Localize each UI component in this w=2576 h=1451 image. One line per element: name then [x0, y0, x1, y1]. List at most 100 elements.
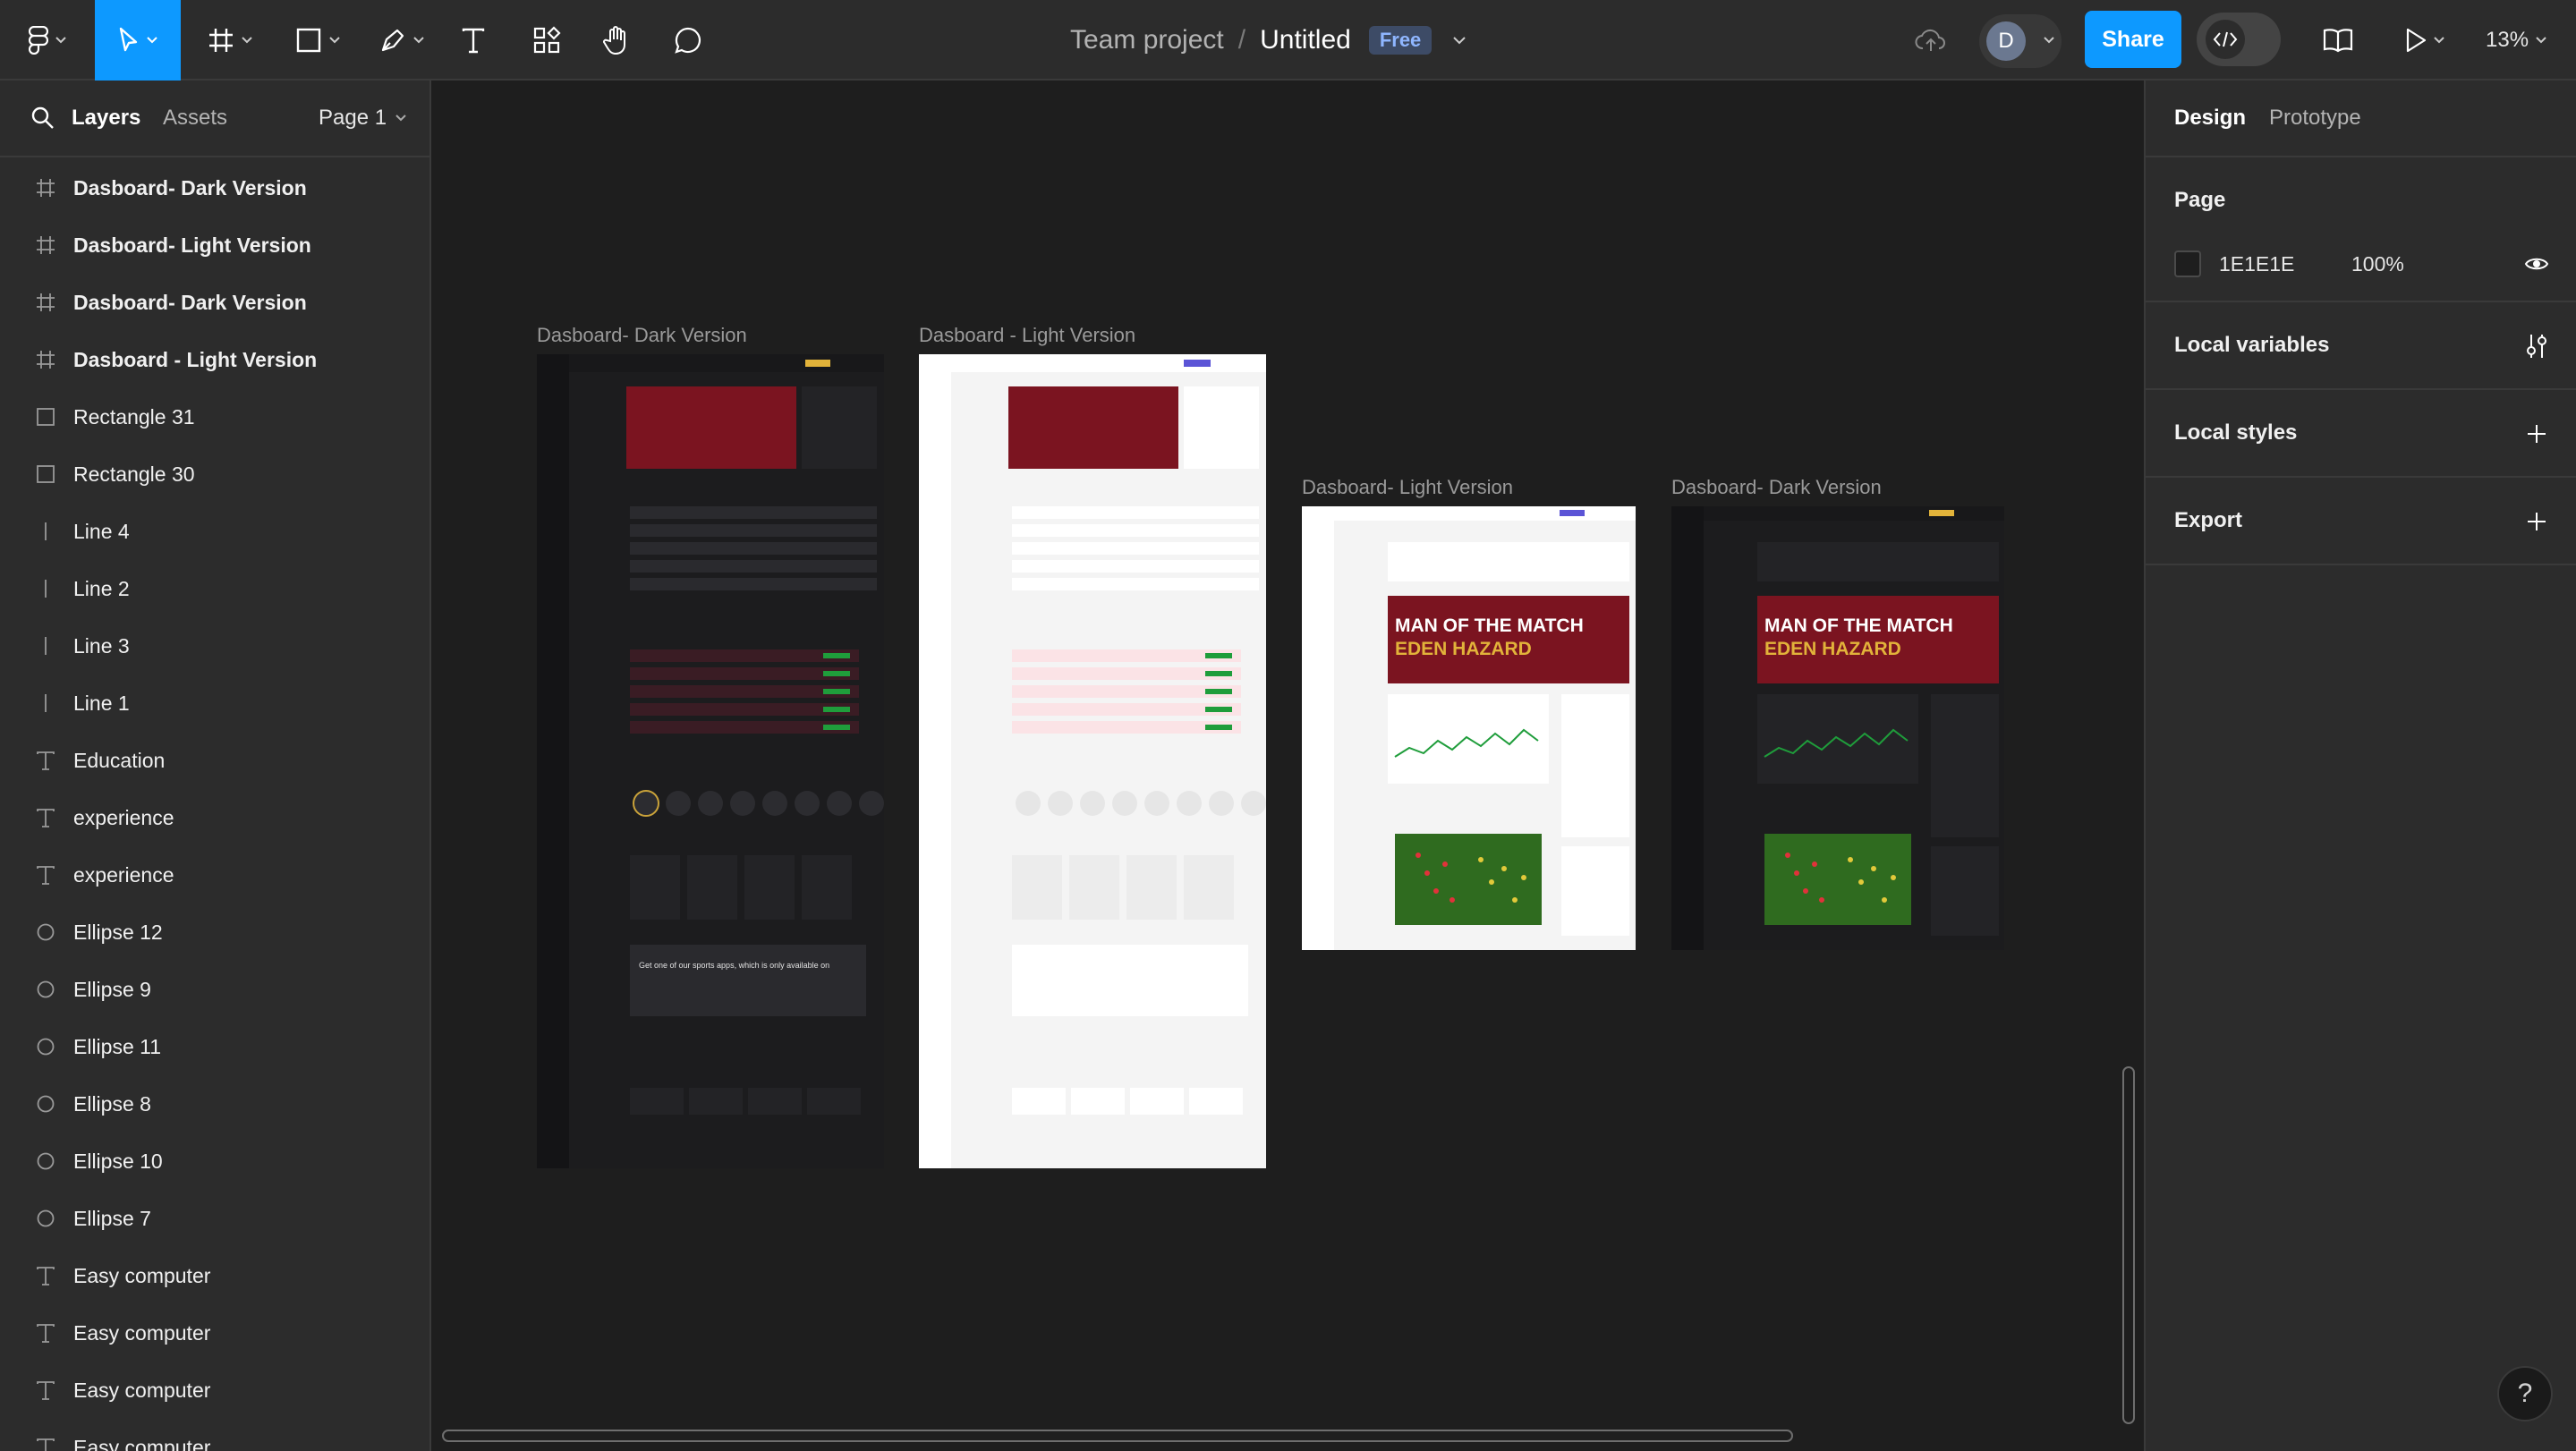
layer-row[interactable]: Dasboard- Dark Version: [0, 274, 429, 331]
layers-panel-header: Layers Assets Page 1: [0, 81, 429, 157]
project-name[interactable]: Team project: [1070, 25, 1224, 55]
document-title[interactable]: Team project / Untitled Free: [1070, 0, 1467, 81]
page-color-value[interactable]: 1E1E1E: [2219, 252, 2294, 276]
share-button[interactable]: Share: [2085, 11, 2181, 68]
layer-row[interactable]: Dasboard - Light Version: [0, 331, 429, 388]
layer-row[interactable]: experience: [0, 846, 429, 904]
tab-layers[interactable]: Layers: [72, 106, 140, 131]
line-icon: [34, 577, 57, 600]
tab-prototype[interactable]: Prototype: [2269, 106, 2361, 131]
comment-icon: [675, 27, 701, 54]
hand-tool-button[interactable]: [596, 0, 637, 81]
shape-tool-button[interactable]: [285, 0, 351, 81]
ellipse-icon: [34, 978, 57, 1001]
frame-label[interactable]: Dasboard - Light Version: [919, 324, 1135, 347]
ellipse-icon: [34, 1207, 57, 1230]
frame-thumbnail-dark-short[interactable]: MAN OF THE MATCH EDEN HAZARD: [1671, 506, 2004, 950]
local-styles-label[interactable]: Local styles: [2174, 420, 2297, 445]
layer-name: experience: [73, 862, 174, 887]
save-status-button[interactable]: [1913, 0, 1949, 81]
layer-row[interactable]: Ellipse 12: [0, 904, 429, 961]
resources-tool-button[interactable]: [526, 0, 567, 81]
pen-tool-button[interactable]: [369, 0, 435, 81]
layer-row[interactable]: Line 4: [0, 503, 429, 560]
open-variables-button[interactable]: [2521, 331, 2552, 361]
frame-label[interactable]: Dasboard- Light Version: [1302, 476, 1513, 499]
layer-row[interactable]: experience: [0, 789, 429, 846]
canvas[interactable]: Dasboard- Dark Version Get one of our sp…: [433, 82, 2144, 1451]
frame-thumbnail-light-short[interactable]: MAN OF THE MATCH EDEN HAZARD: [1302, 506, 1636, 950]
frame-tool-button[interactable]: [197, 0, 263, 81]
tab-design[interactable]: Design: [2174, 106, 2246, 131]
dashboard-dark-preview: Get one of our sports apps, which is onl…: [537, 354, 884, 1168]
frame-thumbnail-dark-tall[interactable]: Get one of our sports apps, which is onl…: [537, 354, 884, 1168]
page-opacity-value[interactable]: 100%: [2351, 252, 2404, 276]
text-icon: [34, 749, 57, 772]
layer-row[interactable]: Education: [0, 732, 429, 789]
zoom-menu[interactable]: 13%: [2486, 0, 2546, 81]
layer-name: Rectangle 31: [73, 404, 195, 429]
export-label[interactable]: Export: [2174, 508, 2242, 533]
layer-row[interactable]: Dasboard- Light Version: [0, 216, 429, 274]
local-variables-section: Local variables: [2146, 302, 2576, 390]
main-menu-button[interactable]: [16, 0, 79, 81]
layer-row[interactable]: Ellipse 10: [0, 1133, 429, 1190]
hero-subtitle: EDEN HAZARD: [1395, 639, 1532, 659]
layer-name: Dasboard - Light Version: [73, 347, 318, 371]
layers-panel: Layers Assets Page 1 Dasboard- Dark Vers…: [0, 81, 431, 1451]
plan-badge: Free: [1368, 26, 1433, 55]
hero-title: MAN OF THE MATCH: [1395, 615, 1584, 636]
layer-row[interactable]: Line 3: [0, 617, 429, 675]
dev-mode-toggle[interactable]: [2197, 13, 2281, 66]
resources-icon: [533, 26, 561, 54]
frame-icon: [34, 233, 57, 257]
frame-thumbnail-light-tall[interactable]: [919, 354, 1266, 1168]
layer-name: Easy computer: [73, 1263, 211, 1287]
local-variables-label[interactable]: Local variables: [2174, 333, 2329, 358]
layer-row[interactable]: Rectangle 31: [0, 388, 429, 445]
user-menu-chevron[interactable]: [2040, 0, 2058, 81]
horizontal-scrollbar[interactable]: [442, 1430, 1793, 1442]
layer-row[interactable]: Rectangle 30: [0, 445, 429, 503]
page-section: Page 1E1E1E 100%: [2146, 157, 2576, 302]
search-icon[interactable]: [30, 106, 55, 131]
frame-icon: [209, 29, 233, 52]
properties-panel: Design Prototype Page 1E1E1E 100% Local …: [2144, 81, 2576, 1451]
avatar[interactable]: D: [1986, 21, 2026, 61]
layer-row[interactable]: Easy computer: [0, 1247, 429, 1304]
layer-row[interactable]: Easy computer: [0, 1362, 429, 1419]
tab-assets[interactable]: Assets: [163, 106, 227, 131]
layer-row[interactable]: Easy computer: [0, 1419, 429, 1451]
help-button[interactable]: ?: [2497, 1366, 2553, 1421]
layer-row[interactable]: Ellipse 7: [0, 1190, 429, 1247]
present-button[interactable]: [2398, 0, 2452, 81]
file-name[interactable]: Untitled: [1260, 25, 1351, 55]
layer-row[interactable]: Ellipse 8: [0, 1075, 429, 1133]
layer-row[interactable]: Dasboard- Dark Version: [0, 159, 429, 216]
layer-name: Easy computer: [73, 1378, 211, 1402]
add-export-button[interactable]: [2521, 506, 2552, 537]
plus-icon: [2528, 425, 2546, 443]
vertical-scrollbar[interactable]: [2122, 1066, 2135, 1424]
chevron-down-icon[interactable]: [1453, 36, 1467, 45]
text-icon: [34, 806, 57, 829]
layer-row[interactable]: Ellipse 11: [0, 1018, 429, 1075]
zoom-level: 13%: [2486, 28, 2529, 52]
comment-tool-button[interactable]: [667, 0, 709, 81]
layer-name: Ellipse 9: [73, 977, 151, 1001]
visibility-toggle[interactable]: [2521, 249, 2552, 279]
text-tool-button[interactable]: [453, 0, 494, 81]
layer-name: Dasboard- Dark Version: [73, 175, 307, 199]
move-tool-button[interactable]: [95, 0, 181, 81]
page-color-swatch[interactable]: [2174, 250, 2201, 277]
page-select[interactable]: Page 1: [319, 106, 406, 131]
frame-label[interactable]: Dasboard- Dark Version: [1671, 476, 1882, 499]
library-button[interactable]: [2317, 0, 2359, 81]
layer-row[interactable]: Ellipse 9: [0, 961, 429, 1018]
frame-label[interactable]: Dasboard- Dark Version: [537, 324, 747, 347]
layer-row[interactable]: Line 1: [0, 675, 429, 732]
layer-row[interactable]: Easy computer: [0, 1304, 429, 1362]
add-style-button[interactable]: [2521, 419, 2552, 449]
layer-row[interactable]: Line 2: [0, 560, 429, 617]
chevron-down-icon: [413, 37, 424, 44]
